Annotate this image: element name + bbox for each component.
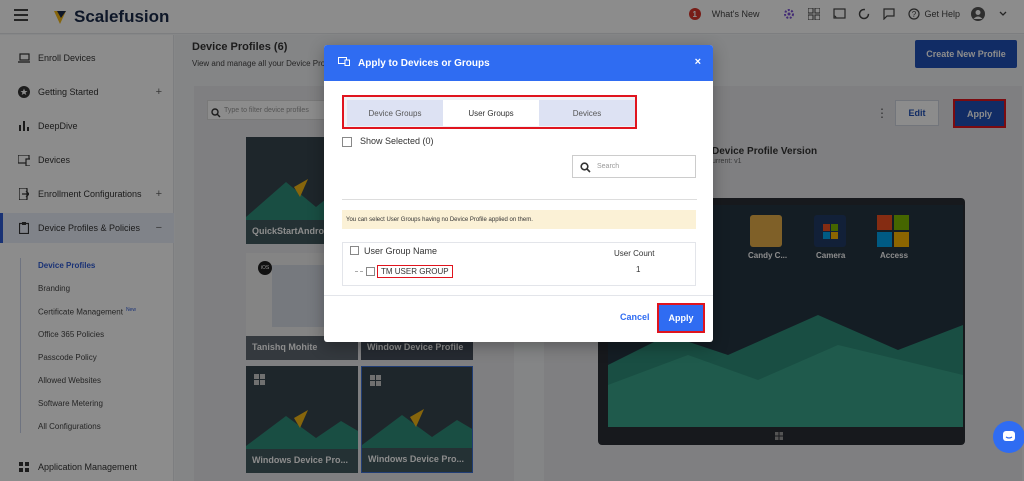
- target-type-tabs: Device Groups User Groups Devices: [342, 95, 637, 129]
- search-icon: [580, 160, 591, 178]
- dialog-title: Apply to Devices or Groups: [358, 57, 490, 69]
- column-header-count: User Count: [614, 249, 655, 258]
- show-selected-label: Show Selected (0): [360, 136, 434, 146]
- column-header-name: User Group Name: [364, 246, 438, 256]
- tab-device-groups[interactable]: Device Groups: [347, 100, 443, 126]
- tab-devices[interactable]: Devices: [539, 100, 635, 126]
- divider: [324, 295, 713, 296]
- tab-user-groups[interactable]: User Groups: [443, 100, 539, 126]
- apply-dialog: Apply to Devices or Groups × Device Grou…: [324, 45, 713, 342]
- support-chat-button[interactable]: [993, 421, 1024, 453]
- apply-button[interactable]: Apply: [657, 303, 705, 333]
- show-selected-checkbox[interactable]: [342, 137, 352, 147]
- divider: [342, 199, 697, 200]
- tree-connector: [355, 271, 363, 272]
- row-checkbox[interactable]: [366, 267, 375, 276]
- devices-icon: [338, 57, 350, 69]
- user-group-name[interactable]: TM USER GROUP: [377, 265, 453, 278]
- close-icon[interactable]: ×: [695, 56, 701, 68]
- select-all-checkbox[interactable]: [350, 246, 359, 255]
- user-group-count: 1: [636, 265, 641, 274]
- chat-bubble-icon: [1003, 431, 1015, 441]
- dialog-header: Apply to Devices or Groups ×: [324, 45, 713, 81]
- cancel-button[interactable]: Cancel: [620, 312, 650, 322]
- notice-banner: You can select User Groups having no Dev…: [342, 210, 696, 229]
